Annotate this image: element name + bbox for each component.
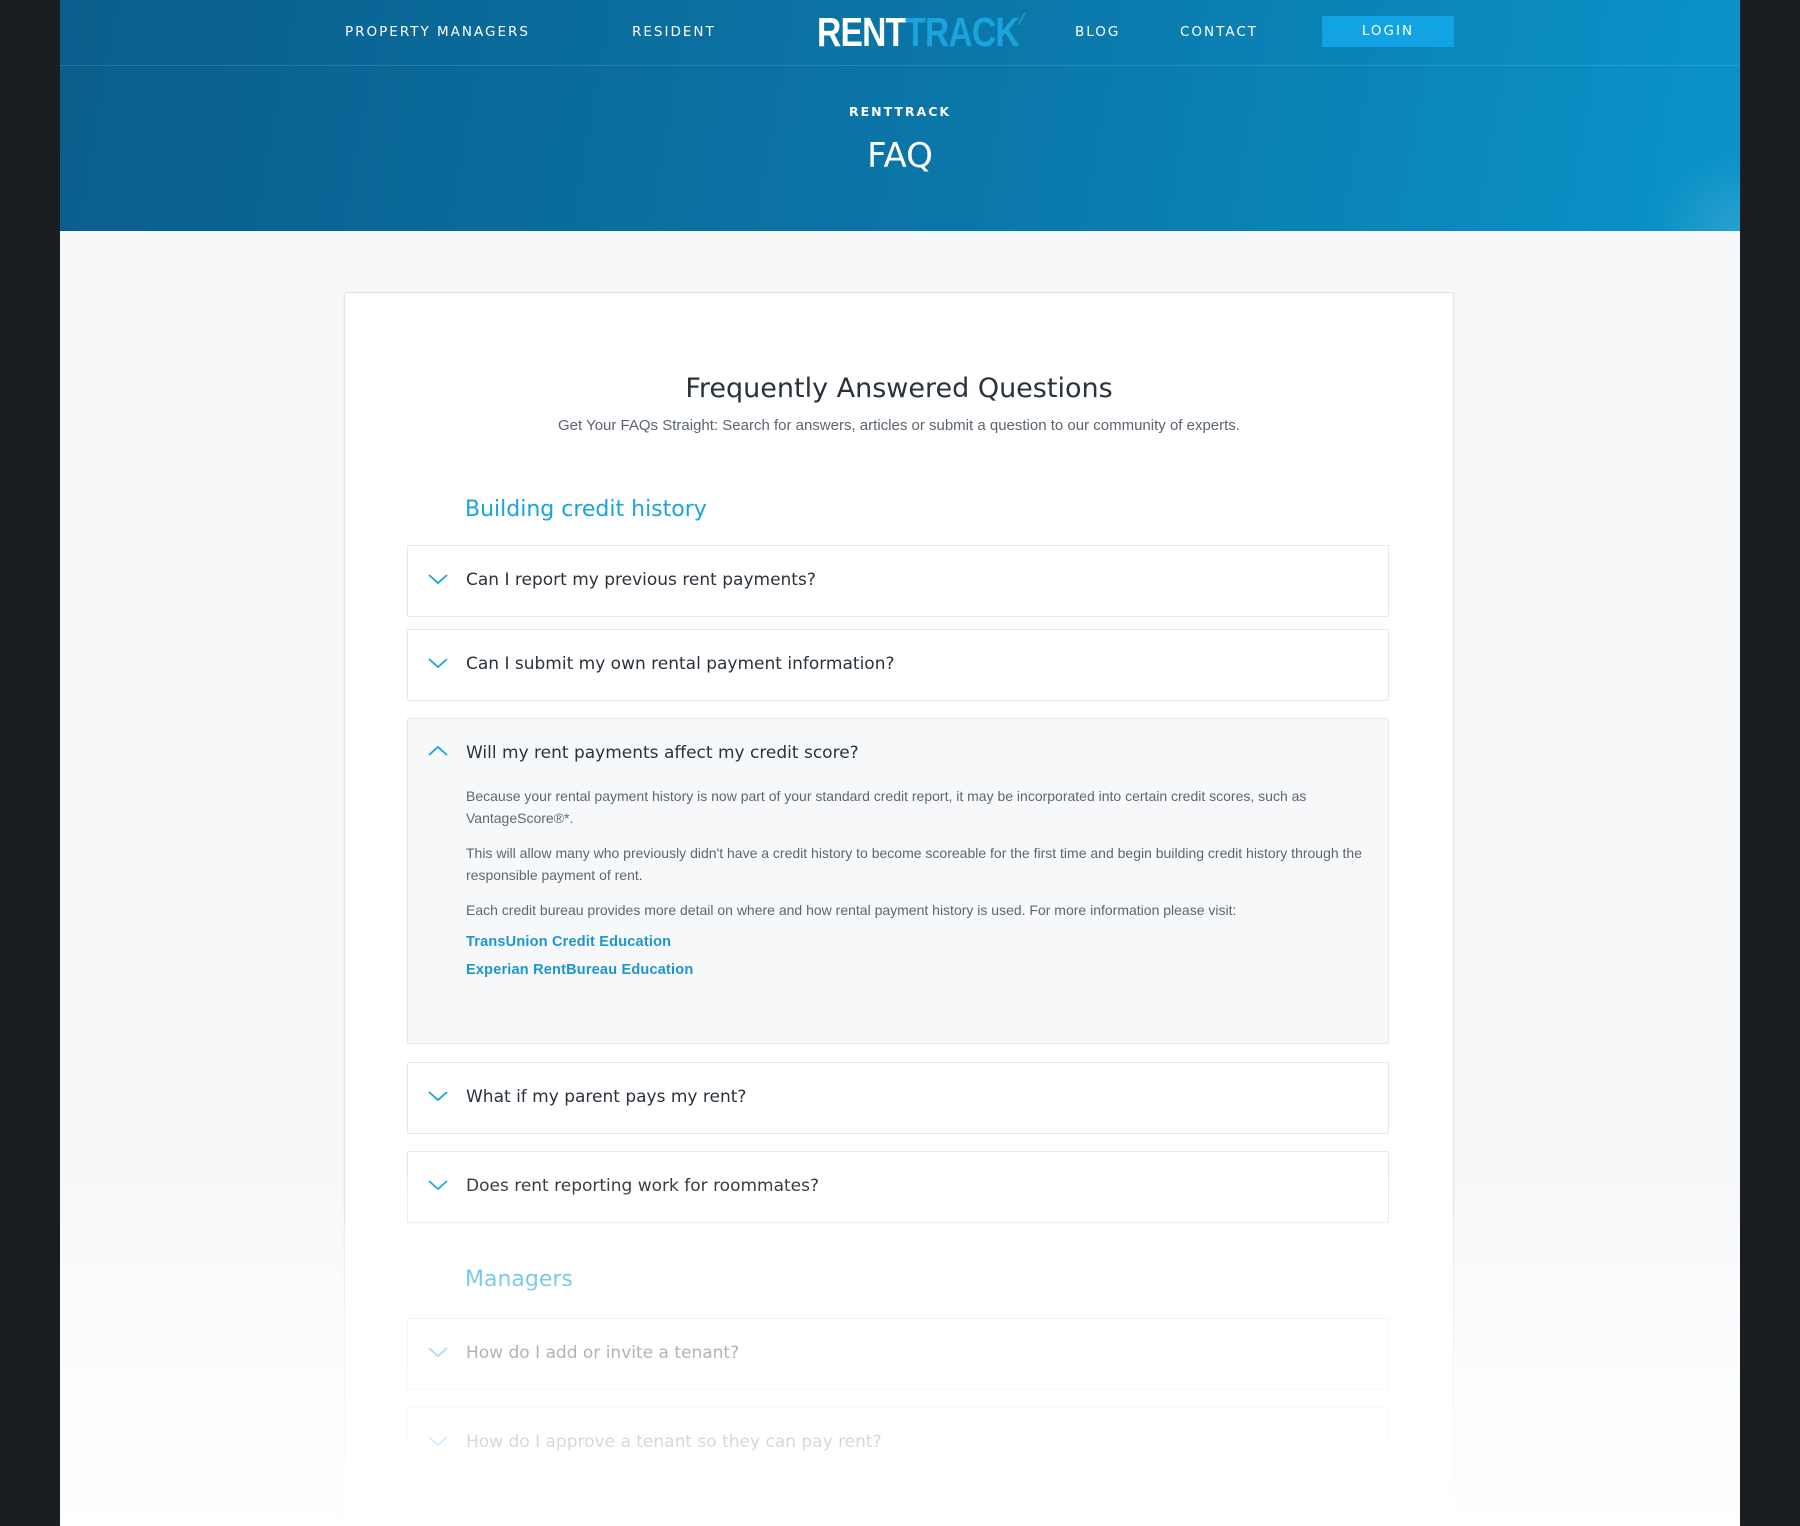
faq-heading: Frequently Answered Questions xyxy=(685,373,1113,404)
login-button[interactable]: LOGIN xyxy=(1322,16,1454,47)
faq-question: What if my parent pays my rent? xyxy=(466,1087,747,1107)
chevron-down-icon xyxy=(428,1091,448,1102)
answer-paragraph: Because your rental payment history is n… xyxy=(466,788,1307,826)
chevron-down-icon xyxy=(428,1436,448,1447)
transunion-link[interactable]: TransUnion Credit Education xyxy=(466,934,1366,950)
faq-question: Can I report my previous rent payments? xyxy=(466,570,816,590)
faq-item[interactable]: Can I submit my own rental payment infor… xyxy=(407,629,1389,701)
top-nav: PROPERTY MANAGERS RESIDENT RENTTRACK ∕ B… xyxy=(60,0,1740,66)
chevron-down-icon xyxy=(428,1180,448,1191)
nav-contact[interactable]: CONTACT xyxy=(1180,24,1258,40)
logo-rent-text: RENT xyxy=(817,9,906,55)
hero-eyebrow: RENTTRACK xyxy=(848,104,952,119)
answer-paragraph: This will allow many who previously didn… xyxy=(466,845,1363,883)
nav-blog[interactable]: BLOG xyxy=(1075,24,1120,40)
faq-question: Does rent reporting work for roommates? xyxy=(466,1176,820,1196)
chevron-up-icon xyxy=(428,745,448,756)
logo-swoosh-icon: ∕ xyxy=(1020,9,1023,29)
faq-item-expanded[interactable]: Will my rent payments affect my credit s… xyxy=(407,718,1389,1044)
chevron-down-icon xyxy=(428,574,448,585)
faq-answer: Because your rental payment history is n… xyxy=(466,785,1366,990)
faq-card: Frequently Answered Questions Get Your F… xyxy=(344,292,1454,1526)
faq-item[interactable]: What if my parent pays my rent? xyxy=(407,1062,1389,1134)
faq-question: How do I add or invite a tenant? xyxy=(466,1343,740,1363)
hero-banner: PROPERTY MANAGERS RESIDENT RENTTRACK ∕ B… xyxy=(60,0,1740,231)
faq-question: How do I approve a tenant so they can pa… xyxy=(466,1432,882,1452)
nav-property-managers[interactable]: PROPERTY MANAGERS xyxy=(345,24,530,40)
faq-item[interactable]: Can I report my previous rent payments? xyxy=(407,545,1389,617)
faq-item[interactable]: Does rent reporting work for roommates? xyxy=(407,1151,1389,1223)
answer-paragraph: Each credit bureau provides more detail … xyxy=(466,902,1237,918)
section-title-managers: Managers xyxy=(465,1267,573,1292)
chevron-down-icon xyxy=(428,1347,448,1358)
page: PROPERTY MANAGERS RESIDENT RENTTRACK ∕ B… xyxy=(60,0,1740,1526)
chevron-down-icon xyxy=(428,658,448,669)
faq-question: Can I submit my own rental payment infor… xyxy=(466,654,895,674)
page-title: FAQ xyxy=(867,136,933,176)
faq-item[interactable]: How do I approve a tenant so they can pa… xyxy=(407,1407,1389,1479)
faq-subheading: Get Your FAQs Straight: Search for answe… xyxy=(558,417,1240,434)
nav-resident[interactable]: RESIDENT xyxy=(632,24,716,40)
experian-link[interactable]: Experian RentBureau Education xyxy=(466,962,1366,978)
logo-track-text: TRACK xyxy=(905,9,1019,55)
section-title-building-credit: Building credit history xyxy=(465,497,707,522)
renttrack-logo[interactable]: RENTTRACK ∕ xyxy=(817,9,1023,55)
faq-item[interactable]: How do I add or invite a tenant? xyxy=(407,1318,1389,1390)
faq-question: Will my rent payments affect my credit s… xyxy=(466,743,859,763)
